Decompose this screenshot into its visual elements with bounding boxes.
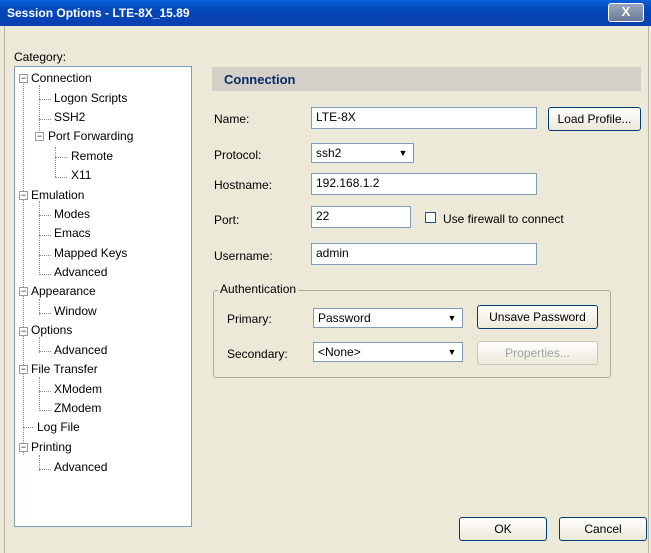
tree-item-xmodem[interactable]: XModem (54, 382, 102, 396)
tree-line (39, 313, 51, 314)
tree-line (39, 99, 51, 100)
tree-item-emulation-advanced[interactable]: Advanced (54, 265, 107, 279)
collapse-icon[interactable]: − (19, 287, 28, 296)
tree-line (55, 157, 67, 158)
unsave-password-button[interactable]: Unsave Password (477, 305, 598, 329)
tree-item-port-forwarding[interactable]: Port Forwarding (48, 129, 133, 143)
port-field[interactable]: 22 (311, 206, 411, 228)
tree-item-log-file[interactable]: Log File (37, 420, 80, 434)
collapse-icon[interactable]: − (19, 327, 28, 336)
use-firewall-label[interactable]: Use firewall to connect (443, 212, 564, 226)
secondary-label: Secondary: (227, 347, 288, 361)
port-label: Port: (214, 213, 240, 227)
collapse-icon[interactable]: − (19, 74, 28, 83)
tree-line (39, 391, 51, 392)
tree-item-file-transfer[interactable]: File Transfer (31, 362, 98, 376)
window-title: Session Options - LTE-8X_15.89 (7, 6, 190, 20)
name-field[interactable]: LTE-8X (311, 107, 537, 129)
collapse-icon[interactable]: − (19, 443, 28, 452)
properties-button[interactable]: Properties... (477, 341, 598, 365)
section-header: Connection (212, 67, 641, 91)
primary-label: Primary: (227, 312, 272, 326)
authentication-group-label: Authentication (218, 282, 299, 296)
dropdown-arrow-icon[interactable]: ▼ (444, 344, 460, 360)
tree-item-connection[interactable]: Connection (31, 71, 92, 85)
tree-line (39, 469, 51, 470)
secondary-auth-select[interactable]: <None> ▼ (313, 342, 463, 362)
tree-item-emulation[interactable]: Emulation (31, 188, 84, 202)
protocol-value: ssh2 (316, 146, 342, 160)
tree-item-x11[interactable]: X11 (71, 168, 91, 182)
collapse-icon[interactable]: − (35, 132, 44, 141)
tree-item-printing[interactable]: Printing (31, 440, 72, 454)
tree-item-modes[interactable]: Modes (54, 207, 90, 221)
category-label: Category: (14, 50, 67, 64)
tree-item-logon-scripts[interactable]: Logon Scripts (54, 91, 127, 105)
collapse-icon[interactable]: − (19, 365, 28, 374)
tree-line (39, 215, 51, 216)
tree-item-window[interactable]: Window (54, 304, 97, 318)
ok-button[interactable]: OK (459, 517, 547, 541)
close-button[interactable]: X (608, 3, 644, 22)
tree-line (55, 147, 56, 177)
tree-line (39, 201, 40, 275)
tree-line (55, 177, 67, 178)
primary-auth-select[interactable]: Password ▼ (313, 308, 463, 328)
tree-item-appearance[interactable]: Appearance (31, 284, 96, 298)
use-firewall-checkbox[interactable] (425, 212, 436, 223)
tree-item-remote[interactable]: Remote (71, 149, 113, 163)
tree-line (23, 81, 24, 455)
hostname-field[interactable]: 192.168.1.2 (311, 173, 537, 195)
name-label: Name: (214, 112, 250, 126)
tree-line (39, 274, 51, 275)
section-title: Connection (224, 72, 296, 87)
collapse-icon[interactable]: − (19, 191, 28, 200)
close-icon: X (621, 4, 631, 19)
primary-auth-value: Password (318, 311, 371, 325)
tree-item-printing-advanced[interactable]: Advanced (54, 460, 107, 474)
tree-item-ssh2[interactable]: SSH2 (54, 110, 85, 124)
category-tree[interactable]: − − − − − − − Connection Logon Scripts S… (14, 66, 192, 527)
tree-item-options[interactable]: Options (31, 323, 72, 337)
dropdown-arrow-icon[interactable]: ▼ (395, 145, 411, 161)
tree-line (23, 427, 33, 428)
tree-line (39, 410, 51, 411)
dropdown-arrow-icon[interactable]: ▼ (444, 310, 460, 326)
load-profile-button[interactable]: Load Profile... (548, 107, 641, 131)
hostname-label: Hostname: (214, 178, 273, 192)
tree-line (39, 119, 51, 120)
protocol-label: Protocol: (214, 148, 262, 162)
tree-item-options-advanced[interactable]: Advanced (54, 343, 107, 357)
tree-item-emacs[interactable]: Emacs (54, 226, 91, 240)
tree-item-zmodem[interactable]: ZModem (54, 401, 101, 415)
protocol-select[interactable]: ssh2 ▼ (311, 143, 414, 163)
secondary-auth-value: <None> (318, 345, 361, 359)
username-label: Username: (214, 249, 273, 263)
tree-line (39, 255, 51, 256)
tree-line (39, 235, 51, 236)
username-field[interactable]: admin (311, 243, 537, 265)
tree-line (39, 85, 40, 137)
tree-line (39, 377, 40, 411)
cancel-button[interactable]: Cancel (559, 517, 647, 541)
title-bar: Session Options - LTE-8X_15.89 X (0, 0, 651, 26)
tree-item-mapped-keys[interactable]: Mapped Keys (54, 246, 127, 260)
tree-line (39, 351, 51, 352)
